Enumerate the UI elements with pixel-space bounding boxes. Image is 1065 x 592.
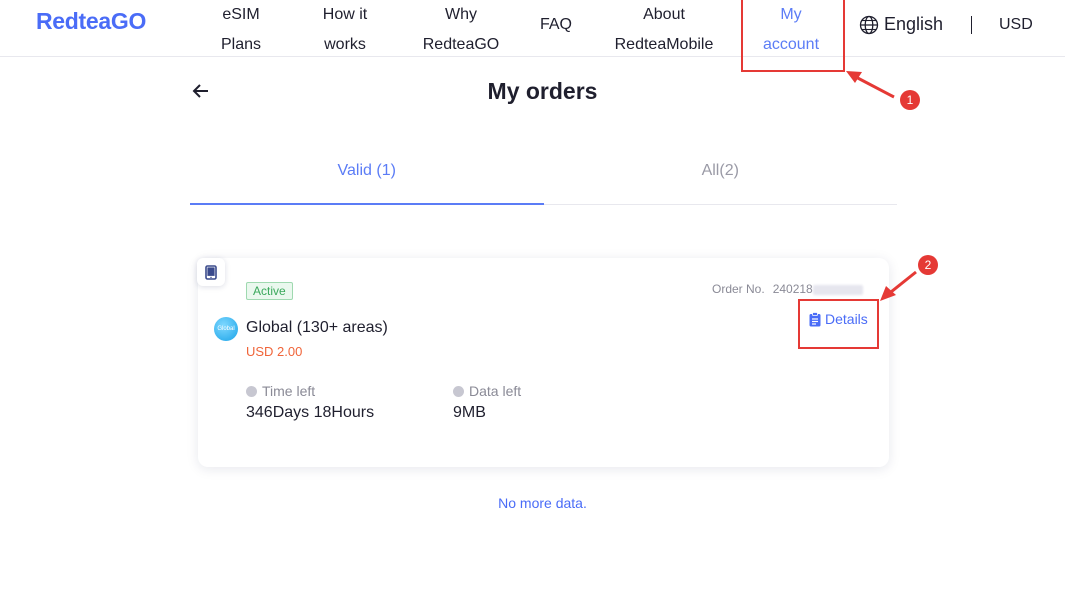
nav-why-redteago-line1: Why xyxy=(445,6,477,23)
status-badge: Active xyxy=(246,282,293,300)
phone-icon xyxy=(205,264,217,280)
tab-all[interactable]: All(2) xyxy=(544,150,898,204)
data-left-label-text: Data left xyxy=(469,383,522,399)
clock-icon xyxy=(246,385,257,397)
no-more-data: No more data. xyxy=(498,495,587,511)
currency-selector[interactable]: USD xyxy=(999,16,1033,34)
plan-price: USD 2.00 xyxy=(246,344,303,359)
logo[interactable]: RedteaGO xyxy=(36,8,146,35)
nav-esim-plans[interactable]: eSIM Plans xyxy=(218,0,264,60)
order-number-value: 240218 xyxy=(772,282,813,296)
top-header: RedteaGO eSIM Plans How it works Why Red… xyxy=(0,0,1065,57)
order-number: Order No. 240218 xyxy=(712,282,863,296)
nav-why-redteago-line2: RedteaGO xyxy=(422,36,500,53)
annotation-box-my-account xyxy=(741,0,845,72)
time-left-value: 346Days 18Hours xyxy=(246,404,375,421)
data-left-value: 9MB xyxy=(453,404,486,421)
annotation-box-details xyxy=(798,299,879,349)
nav-faq[interactable]: FAQ xyxy=(536,0,576,50)
nav-about-redteamobile[interactable]: About RedteaMobile xyxy=(611,0,717,60)
nav-esim-plans-line1: eSIM xyxy=(222,6,260,23)
device-badge xyxy=(197,258,225,286)
order-number-redacted xyxy=(812,284,863,295)
order-tabs: Valid (1) All(2) xyxy=(190,150,897,205)
data-icon xyxy=(453,385,464,397)
language-label: English xyxy=(884,14,944,34)
nav-why-redteago[interactable]: Why RedteaGO xyxy=(418,0,504,60)
nav-how-it-works-line2: works xyxy=(324,36,366,53)
data-left-label: Data left xyxy=(453,383,521,399)
nav-about-line2: RedteaMobile xyxy=(614,36,714,53)
globe-icon xyxy=(859,15,879,34)
nav-esim-plans-line2: Plans xyxy=(220,36,262,53)
tab-valid[interactable]: Valid (1) xyxy=(190,150,544,205)
order-number-label: Order No. xyxy=(712,282,765,296)
plan-name: Global (130+ areas) xyxy=(246,319,388,336)
plan-globe-icon: Global xyxy=(214,317,238,341)
language-selector[interactable]: English xyxy=(859,14,943,35)
header-divider xyxy=(971,16,972,34)
nav-about-line1: About xyxy=(643,6,685,23)
time-left-label: Time left xyxy=(246,383,315,399)
time-left-label-text: Time left xyxy=(262,383,316,399)
annotation-arrow-2 xyxy=(880,270,917,301)
nav-how-it-works[interactable]: How it works xyxy=(316,0,374,60)
page-title: My orders xyxy=(487,78,598,104)
nav-how-it-works-line1: How it xyxy=(322,6,368,23)
annotation-badge-2: 2 xyxy=(918,255,938,275)
